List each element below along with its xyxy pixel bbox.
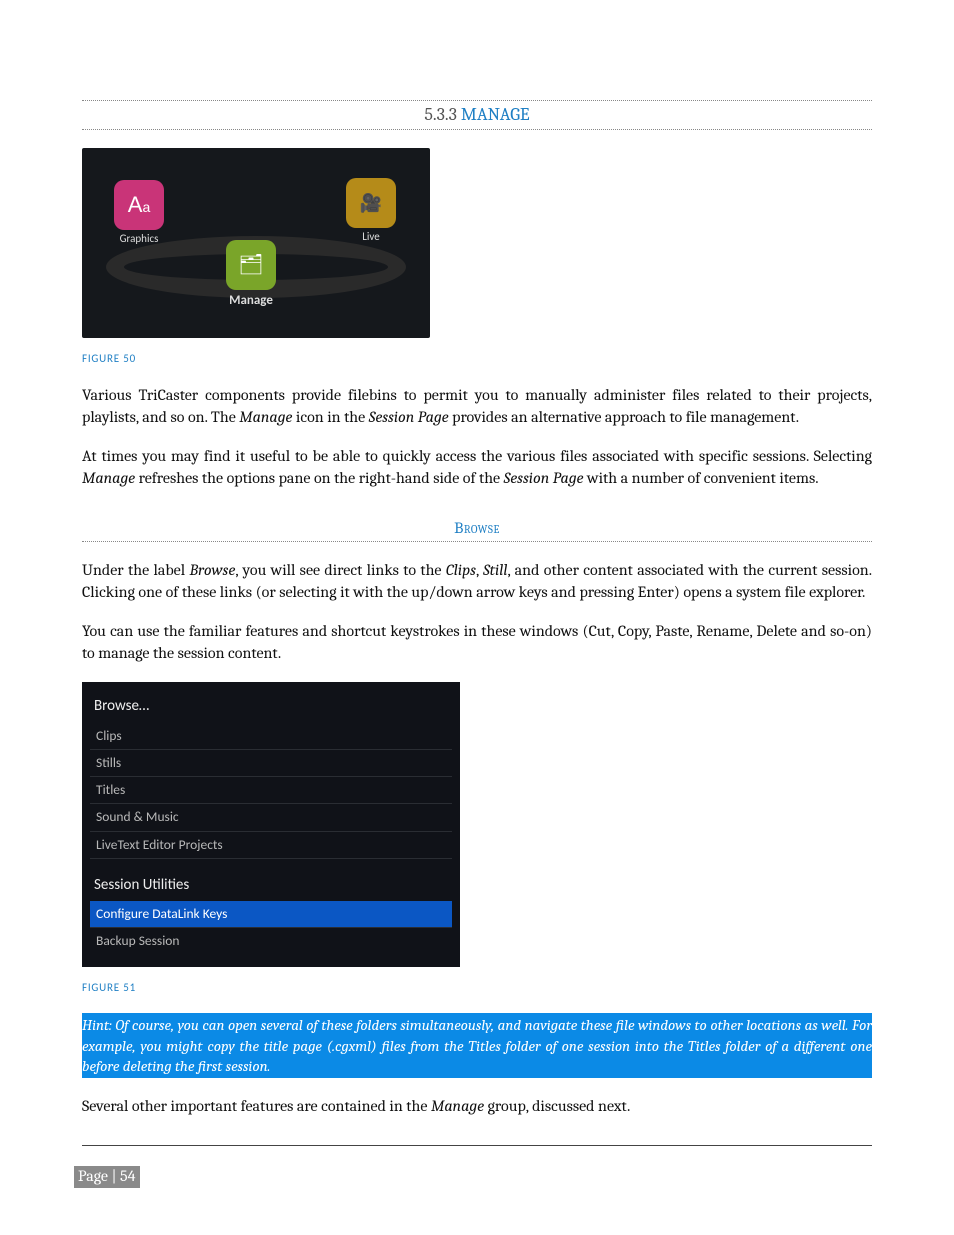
section-title: MANAGE	[461, 104, 530, 125]
live-label: Live	[342, 230, 400, 245]
list-item[interactable]: Clips	[90, 723, 452, 750]
paragraph-1: Various TriCaster components provide fil…	[82, 385, 872, 428]
list-item[interactable]: Backup Session	[90, 928, 452, 954]
paragraph-5: Several other important features are con…	[82, 1096, 872, 1118]
graphics-label: Graphics	[110, 232, 168, 247]
manage-badge: 🗂 Manage	[222, 240, 280, 310]
folder-icon: 🗂	[238, 252, 263, 279]
list-item[interactable]: Sound & Music	[90, 804, 452, 831]
live-badge: 🎥 Live	[342, 178, 400, 245]
paragraph-3: Under the label Browse, you will see dir…	[82, 560, 872, 603]
camera-icon: 🎥	[360, 191, 382, 215]
manage-label: Manage	[222, 292, 280, 310]
list-item[interactable]: Stills	[90, 750, 452, 777]
figure-50-caption: FIGURE 50	[82, 352, 872, 367]
figure-50-image: Aa Graphics 🎥 Live 🗂 Manage	[82, 148, 430, 338]
section-number: 5.3.3	[424, 104, 457, 125]
page-number: Page | 54	[74, 1166, 140, 1188]
hint-callout: Hint: Of course, you can open several of…	[82, 1013, 872, 1078]
paragraph-4: You can use the familiar features and sh…	[82, 621, 872, 664]
graphics-badge: Aa Graphics	[110, 180, 168, 247]
paragraph-2: At times you may find it useful to be ab…	[82, 446, 872, 489]
graphics-icon: Aa	[128, 190, 150, 220]
figure-51-caption: FIGURE 51	[82, 981, 872, 996]
footer-rule	[82, 1145, 872, 1146]
browse-header: Browse…	[90, 690, 452, 722]
list-item[interactable]: Titles	[90, 777, 452, 804]
session-utilities-header: Session Utilities	[90, 869, 452, 901]
browse-subheading: Browse	[82, 516, 872, 543]
list-item[interactable]: Configure DataLink Keys	[90, 901, 452, 928]
figure-51-image: Browse… Clips Stills Titles Sound & Musi…	[82, 682, 460, 966]
section-heading: 5.3.3 MANAGE	[82, 100, 872, 130]
list-item[interactable]: LiveText Editor Projects	[90, 832, 452, 859]
